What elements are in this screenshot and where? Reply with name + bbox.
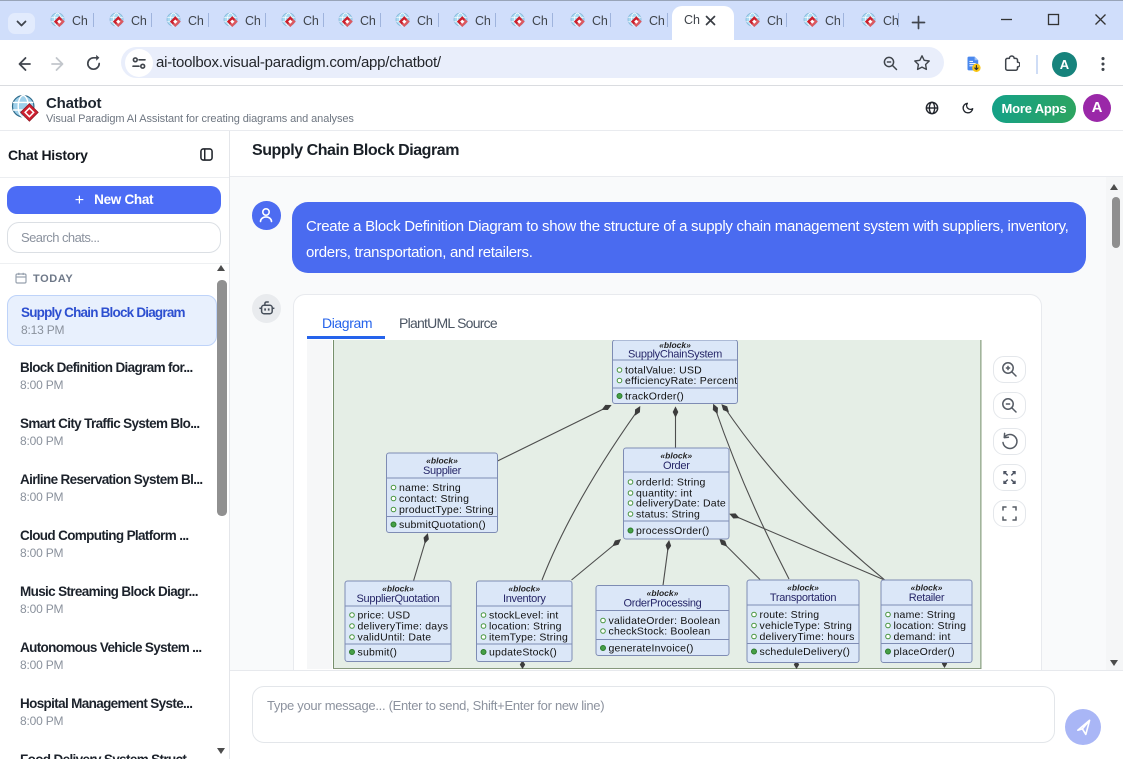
svg-text:updateStock(): updateStock() bbox=[489, 647, 557, 659]
svg-text:Supplier: Supplier bbox=[423, 465, 462, 477]
svg-text:validUntil: Date: validUntil: Date bbox=[358, 632, 432, 644]
svg-text:Inventory: Inventory bbox=[503, 593, 546, 605]
svg-text:«block»: «block» bbox=[426, 456, 458, 466]
svg-text:«block»: «block» bbox=[660, 451, 692, 461]
svg-text:«block»: «block» bbox=[508, 584, 540, 594]
svg-text:demand: int: demand: int bbox=[894, 631, 951, 643]
svg-text:SupplierQuotation: SupplierQuotation bbox=[357, 593, 440, 605]
svg-text:«block»: «block» bbox=[382, 584, 414, 594]
svg-text:«block»: «block» bbox=[787, 583, 819, 593]
svg-text:deliveryTime: hours: deliveryTime: hours bbox=[760, 631, 855, 643]
svg-text:status: String: status: String bbox=[636, 509, 700, 521]
svg-text:checkStock: Boolean: checkStock: Boolean bbox=[609, 626, 711, 638]
svg-text:trackOrder(): trackOrder() bbox=[625, 391, 684, 403]
svg-text:SupplyChainSystem: SupplyChainSystem bbox=[628, 349, 722, 361]
svg-text:productType: String: productType: String bbox=[399, 504, 494, 516]
svg-text:placeOrder(): placeOrder() bbox=[894, 646, 955, 658]
svg-text:Transportation: Transportation bbox=[770, 592, 836, 604]
svg-text:itemType: String: itemType: String bbox=[489, 632, 568, 644]
svg-text:«block»: «block» bbox=[911, 583, 943, 593]
svg-text:processOrder(): processOrder() bbox=[636, 525, 709, 537]
svg-text:generateInvoice(): generateInvoice() bbox=[609, 643, 694, 655]
svg-text:Retailer: Retailer bbox=[909, 592, 945, 604]
svg-text:Order: Order bbox=[663, 460, 690, 472]
svg-text:«block»: «block» bbox=[647, 588, 679, 598]
svg-text:OrderProcessing: OrderProcessing bbox=[623, 598, 701, 610]
svg-text:scheduleDelivery(): scheduleDelivery() bbox=[760, 646, 851, 658]
svg-text:submitQuotation(): submitQuotation() bbox=[399, 519, 486, 531]
svg-text:submit(): submit() bbox=[358, 647, 398, 659]
svg-text:efficiencyRate: Percent: efficiencyRate: Percent bbox=[625, 375, 737, 387]
